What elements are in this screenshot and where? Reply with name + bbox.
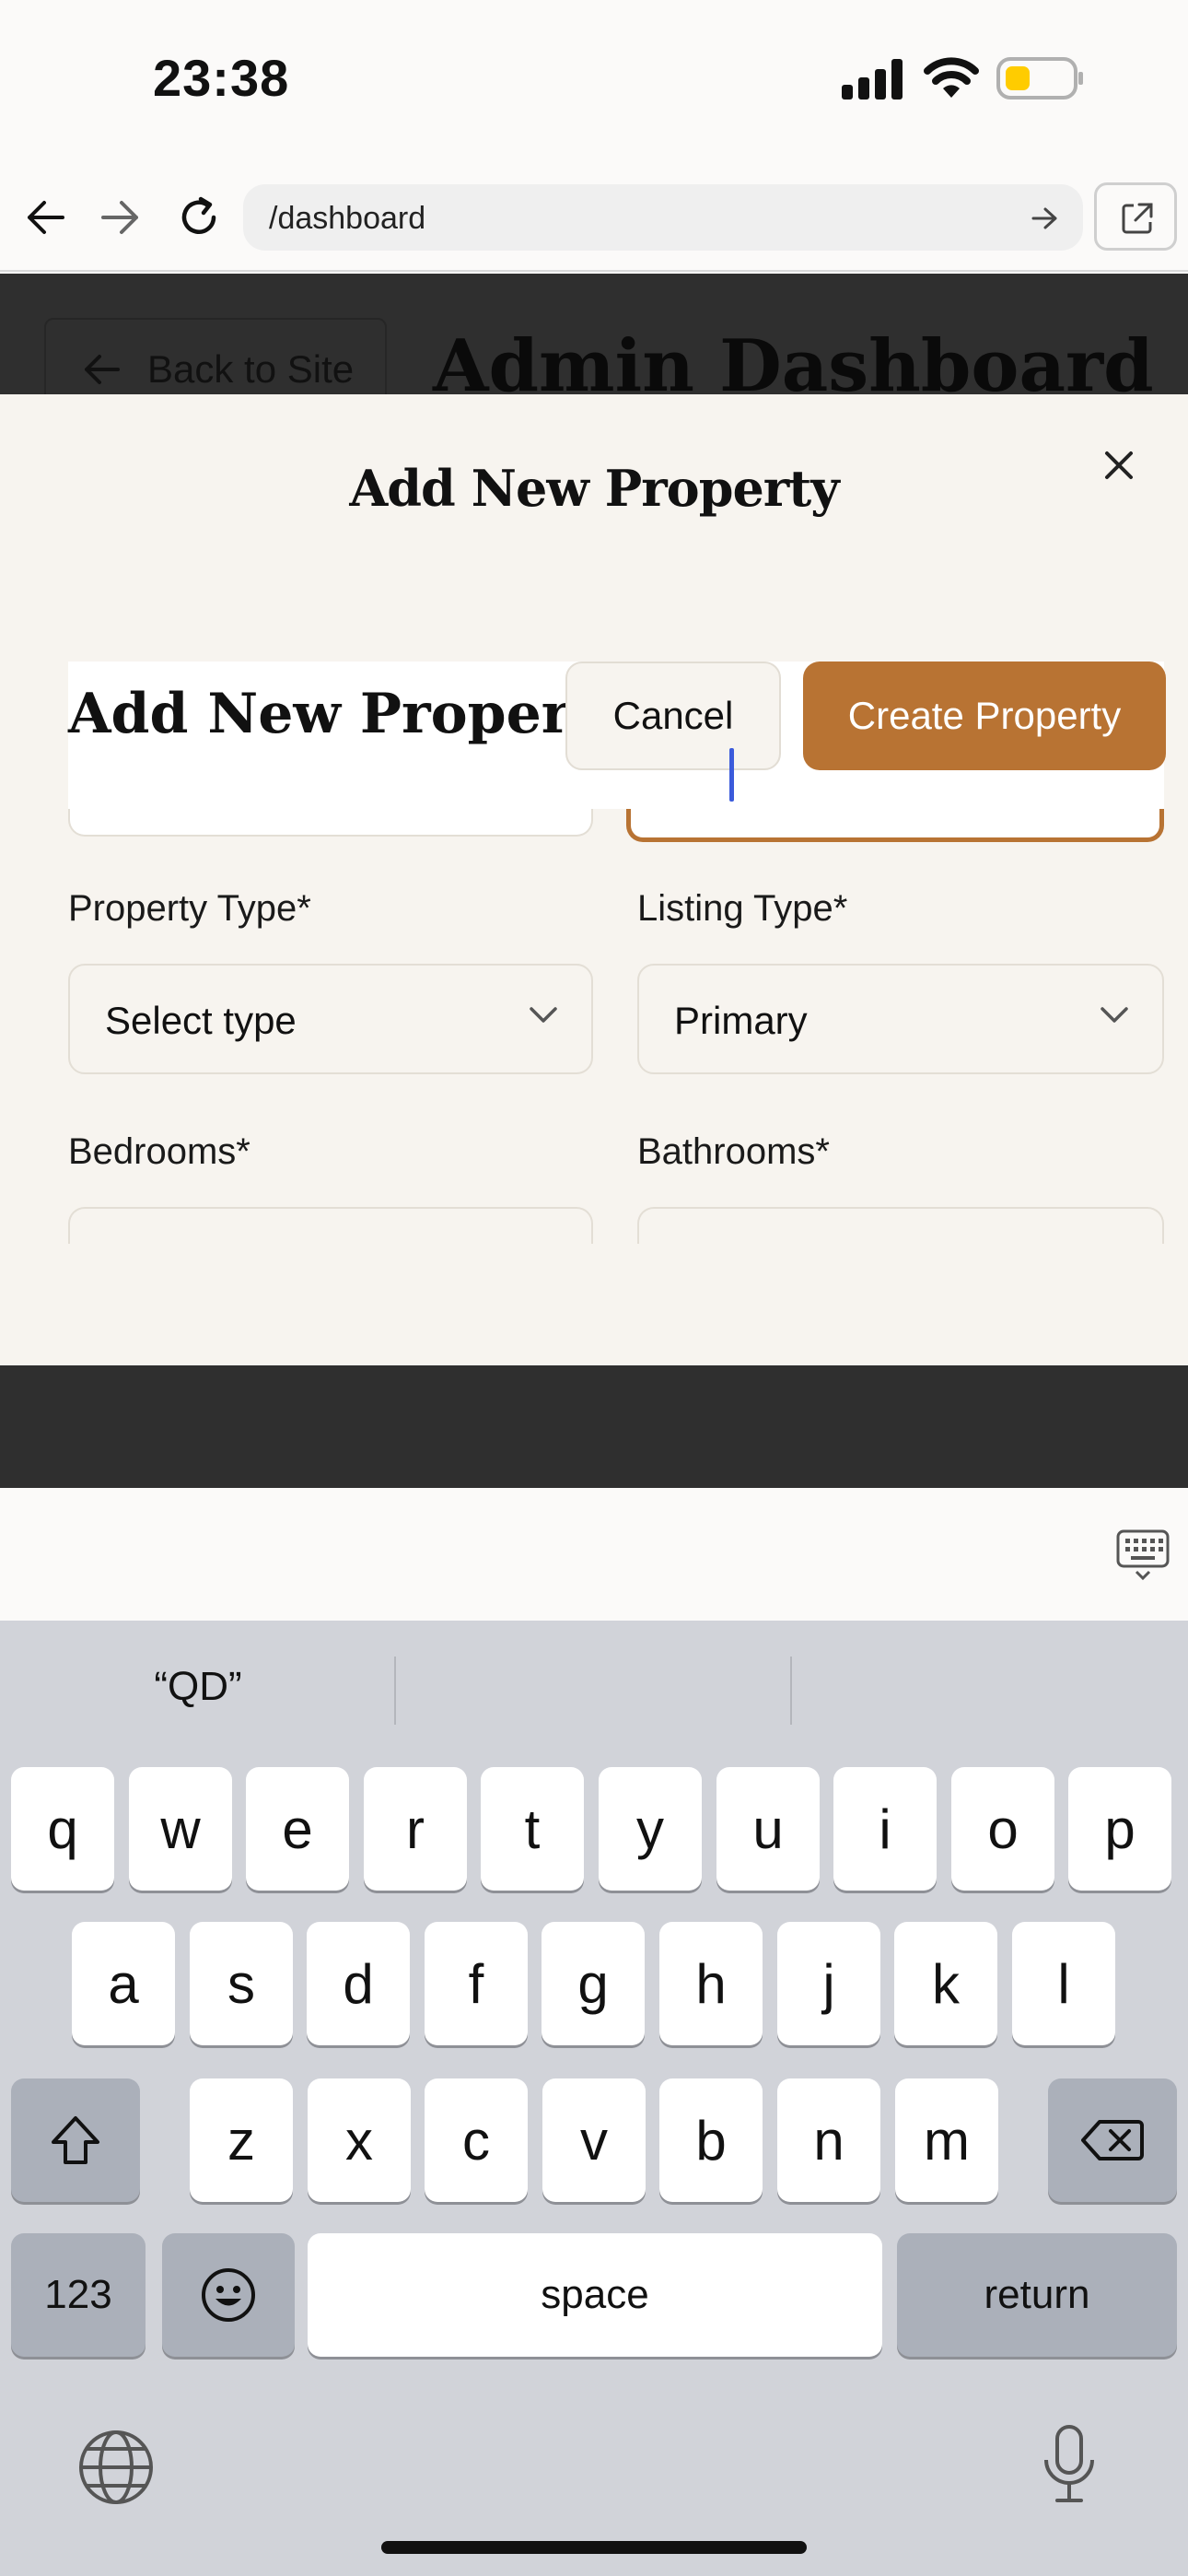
suggestion-divider — [394, 1657, 396, 1725]
bedrooms-input[interactable] — [68, 1207, 593, 1244]
key-r[interactable]: r — [364, 1767, 467, 1891]
key-u[interactable]: u — [716, 1767, 820, 1891]
delete-key[interactable] — [1048, 2078, 1177, 2202]
key-o[interactable]: o — [951, 1767, 1054, 1891]
add-property-modal: Add New Property Add New Property Cancel… — [0, 394, 1188, 1365]
text-field-partial[interactable] — [68, 809, 593, 837]
autocomplete-suggestion[interactable]: “QD” — [0, 1664, 396, 1710]
key-d[interactable]: d — [307, 1922, 410, 2045]
reload-icon[interactable] — [177, 195, 221, 240]
form-sticky-header: Add New Property Cancel Create Property — [68, 662, 1166, 809]
key-p[interactable]: p — [1068, 1767, 1171, 1891]
key-b[interactable]: b — [659, 2078, 763, 2202]
key-c[interactable]: c — [425, 2078, 528, 2202]
keyboard-accessory-bar — [0, 1488, 1188, 1621]
suggestion-divider — [790, 1657, 792, 1725]
key-l[interactable]: l — [1012, 1922, 1115, 2045]
key-s[interactable]: s — [190, 1922, 293, 2045]
key-n[interactable]: n — [777, 2078, 880, 2202]
bathrooms-input[interactable] — [637, 1207, 1164, 1244]
key-e[interactable]: e — [246, 1767, 349, 1891]
key-k[interactable]: k — [894, 1922, 997, 2045]
space-key[interactable]: space — [308, 2233, 882, 2357]
url-text: /dashboard — [269, 201, 426, 236]
key-j[interactable]: j — [777, 1922, 880, 2045]
listing-type-label: Listing Type* — [637, 888, 848, 929]
key-x[interactable]: x — [308, 2078, 411, 2202]
back-to-site-label: Back to Site — [147, 347, 355, 391]
bathrooms-label: Bathrooms* — [637, 1131, 830, 1172]
address-bar[interactable]: /dashboard — [243, 184, 1083, 251]
status-time: 23:38 — [153, 49, 290, 107]
microphone-icon[interactable] — [1041, 2423, 1098, 2504]
numbers-key[interactable]: 123 — [11, 2233, 146, 2357]
key-m[interactable]: m — [895, 2078, 998, 2202]
property-type-select[interactable]: Select type — [68, 964, 593, 1074]
forward-arrow-icon[interactable] — [101, 199, 140, 236]
back-arrow-icon[interactable] — [26, 199, 64, 236]
go-arrow-icon[interactable] — [1031, 206, 1059, 230]
text-field-partial-focused[interactable] — [626, 809, 1164, 842]
form-title: Add New Property — [68, 682, 628, 746]
shift-key[interactable] — [11, 2078, 140, 2202]
create-property-button[interactable]: Create Property — [803, 662, 1166, 770]
backspace-icon — [1081, 2118, 1144, 2162]
emoji-key[interactable] — [162, 2233, 295, 2357]
wifi-icon — [923, 57, 980, 100]
emoji-icon — [200, 2266, 257, 2324]
shift-icon — [48, 2114, 103, 2166]
key-w[interactable]: w — [129, 1767, 232, 1891]
external-link-icon — [1121, 202, 1154, 235]
modal-title: Add New Property — [349, 459, 839, 518]
key-z[interactable]: z — [190, 2078, 293, 2202]
key-q[interactable]: q — [11, 1767, 114, 1891]
key-y[interactable]: y — [599, 1767, 702, 1891]
key-h[interactable]: h — [659, 1922, 763, 2045]
keyboard-dismiss-icon[interactable] — [1116, 1529, 1170, 1581]
chevron-down-icon — [1100, 1006, 1129, 1025]
home-indicator — [381, 2541, 807, 2554]
property-type-value: Select type — [105, 999, 297, 1042]
open-external-button[interactable] — [1094, 182, 1177, 251]
property-type-label: Property Type* — [68, 888, 311, 929]
listing-type-value: Primary — [674, 999, 808, 1042]
listing-type-select[interactable]: Primary — [637, 964, 1164, 1074]
key-t[interactable]: t — [481, 1767, 584, 1891]
signal-icon — [842, 59, 906, 100]
return-key[interactable]: return — [897, 2233, 1177, 2357]
text-cursor — [729, 748, 734, 802]
key-g[interactable]: g — [542, 1922, 645, 2045]
key-a[interactable]: a — [72, 1922, 175, 2045]
close-icon[interactable] — [1096, 442, 1142, 488]
globe-icon[interactable] — [77, 2429, 155, 2506]
key-v[interactable]: v — [542, 2078, 646, 2202]
arrow-left-icon — [83, 353, 120, 386]
bedrooms-label: Bedrooms* — [68, 1131, 250, 1172]
key-i[interactable]: i — [833, 1767, 937, 1891]
cancel-button[interactable]: Cancel — [565, 662, 781, 770]
key-f[interactable]: f — [425, 1922, 528, 2045]
chevron-down-icon — [529, 1006, 558, 1025]
battery-icon — [996, 57, 1085, 101]
